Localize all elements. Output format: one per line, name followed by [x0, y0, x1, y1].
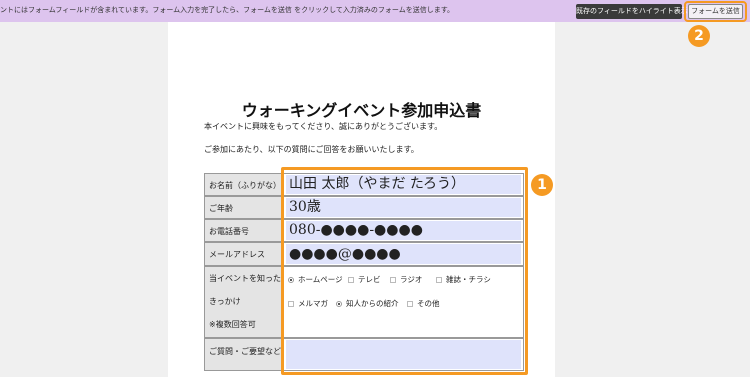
label-how-found-line3: ※複数回答可	[209, 320, 256, 329]
intro-line-1: 本イベントに興味をもってくださり、誠にありがとうございます。	[204, 122, 443, 131]
submit-form-button[interactable]: フォームを送信	[688, 4, 743, 19]
highlight-fields-button[interactable]: 既存のフィールドをハイライト表示	[576, 4, 688, 19]
label-how-found-line2: きっかけ	[209, 297, 241, 306]
intro-line-2: ご参加にあたり、以下の質問にご回答をお願いいたします。	[204, 145, 419, 154]
callout-badge-1: 1	[531, 174, 553, 196]
callout-badge-2: 2	[688, 25, 710, 47]
form-notification-bar: ントにはフォームフィールドが含まれています。フォーム入力を完了したら、フォームを…	[0, 0, 750, 22]
form-fields-highlight-frame	[281, 167, 528, 375]
label-how-found-line1: 当イベントを知った	[209, 274, 281, 283]
document-title: ウォーキングイベント参加申込書	[241, 101, 482, 120]
form-notification-message: ントにはフォームフィールドが含まれています。フォーム入力を完了したら、フォームを…	[0, 6, 455, 14]
